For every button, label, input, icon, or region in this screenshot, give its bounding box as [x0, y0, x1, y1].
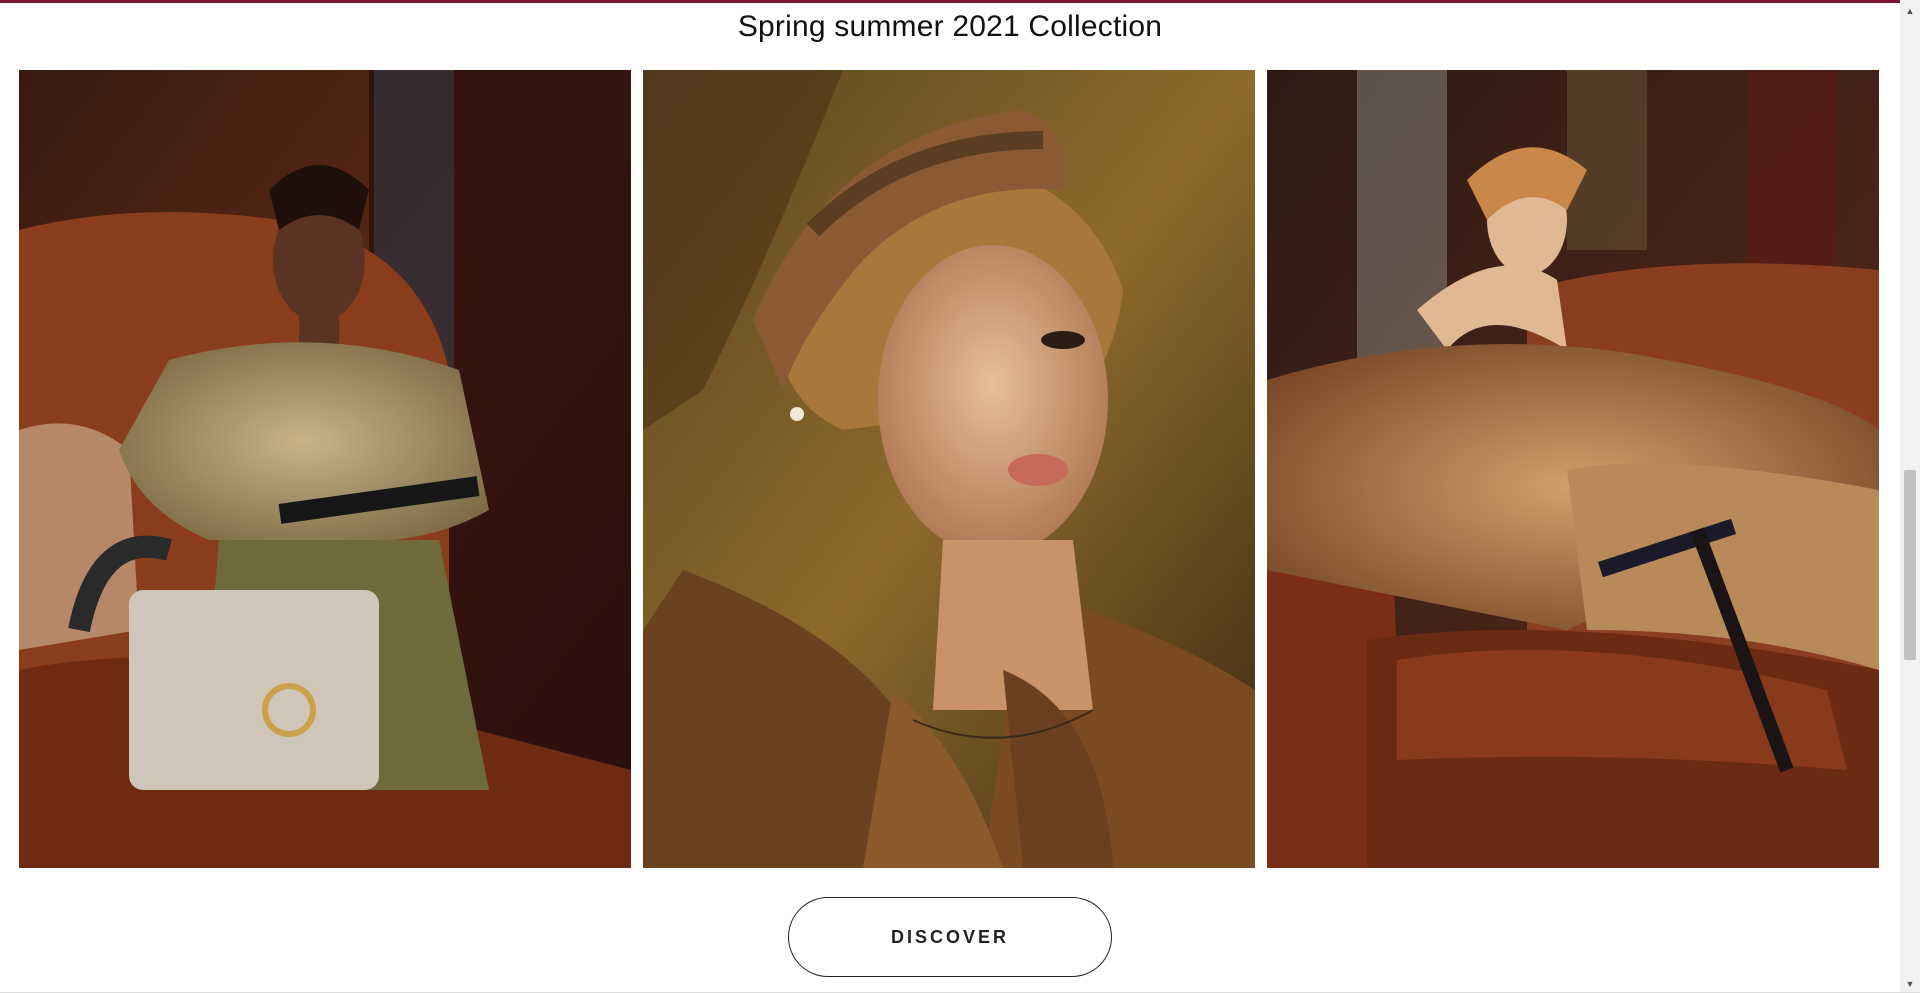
model-seated-with-handbag-image [19, 70, 631, 868]
gallery-photo-1[interactable] [19, 70, 631, 868]
gallery-photo-3[interactable] [1267, 70, 1879, 868]
vertical-scrollbar[interactable]: ▲ ▼ [1900, 0, 1920, 993]
scrollbar-thumb[interactable] [1904, 470, 1916, 660]
discover-button[interactable]: DISCOVER [788, 897, 1112, 977]
model-reclining-on-sofa-image [1267, 70, 1879, 868]
gallery-photo-2[interactable] [643, 70, 1255, 868]
collection-title: Spring summer 2021 Collection [737, 10, 1163, 43]
collection-gallery [19, 70, 1881, 868]
discover-container: DISCOVER [0, 897, 1900, 979]
chevron-up-icon[interactable]: ▲ [1900, 3, 1920, 20]
chevron-down-icon[interactable]: ▼ [1900, 976, 1920, 993]
model-portrait-with-headband-image [643, 70, 1255, 868]
collection-page: Spring summer 2021 Collection DISCOVER [0, 0, 1900, 993]
